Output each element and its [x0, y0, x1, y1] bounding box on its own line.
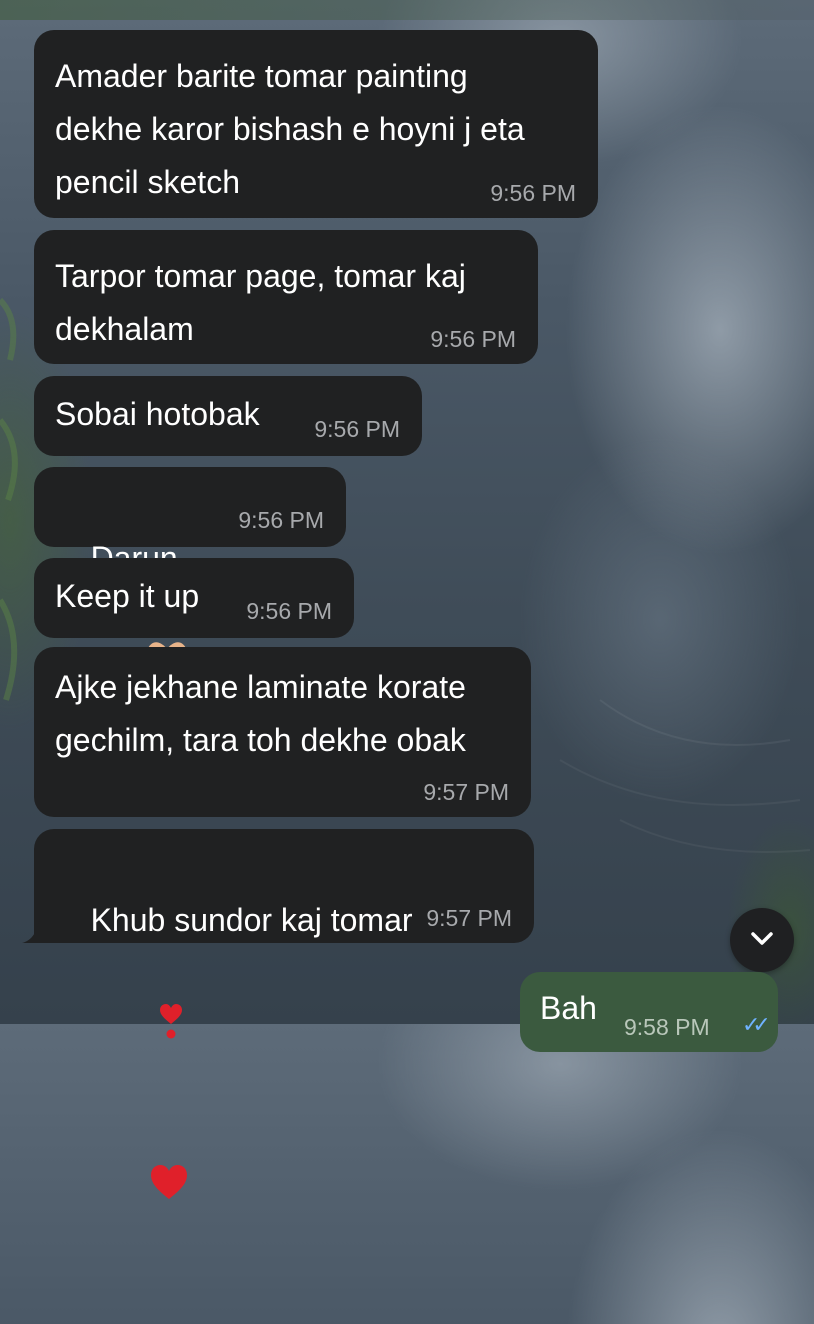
red-heart-emoji [95, 1109, 190, 1271]
message-timestamp: 9:56 PM [430, 326, 516, 352]
message-bubble[interactable]: Darun 9:56 PM [34, 467, 346, 674]
message-timestamp: 9:57 PM [423, 779, 509, 805]
chevron-down-icon [748, 924, 776, 957]
message-timestamp: 9:58 PM [624, 1014, 710, 1040]
message-text: Ajke jekhane laminate korate gechilm, ta… [55, 669, 466, 758]
bubble-tail [22, 919, 40, 943]
message-bubble[interactable]: Keep it up 9:56 PM [34, 558, 354, 638]
message-bubble[interactable]: Sobai hotobak 9:56 PM [34, 376, 422, 456]
message-bubble[interactable]: Tarpor tomar page, tomar kaj dekhalam 9:… [34, 230, 538, 364]
read-checkmarks-icon: ✓✓ [742, 1012, 771, 1037]
outgoing-message-bubble[interactable]: Bah 9:58 PM ✓✓ [520, 972, 778, 1052]
message-bubble[interactable]: Amader barite tomar painting dekhe karor… [34, 30, 598, 218]
message-timestamp: 9:56 PM [314, 416, 400, 442]
message-text: Khub sundor kaj tomar [90, 902, 413, 938]
message-bubble[interactable]: Khub sundor kaj tomar 9:57 PM [34, 829, 534, 1199]
wallpaper-strip [0, 0, 814, 20]
message-timestamp: 9:56 PM [238, 507, 324, 533]
message-text: Bah [540, 990, 597, 1026]
scroll-down-button[interactable] [730, 908, 794, 972]
message-bubble[interactable]: Ajke jekhane laminate korate gechilm, ta… [34, 647, 531, 817]
message-timestamp: 9:56 PM [490, 180, 576, 206]
message-timestamp: 9:57 PM [426, 905, 512, 931]
exclamation-heart-emoji [103, 947, 186, 1109]
message-timestamp: 9:56 PM [246, 598, 332, 624]
